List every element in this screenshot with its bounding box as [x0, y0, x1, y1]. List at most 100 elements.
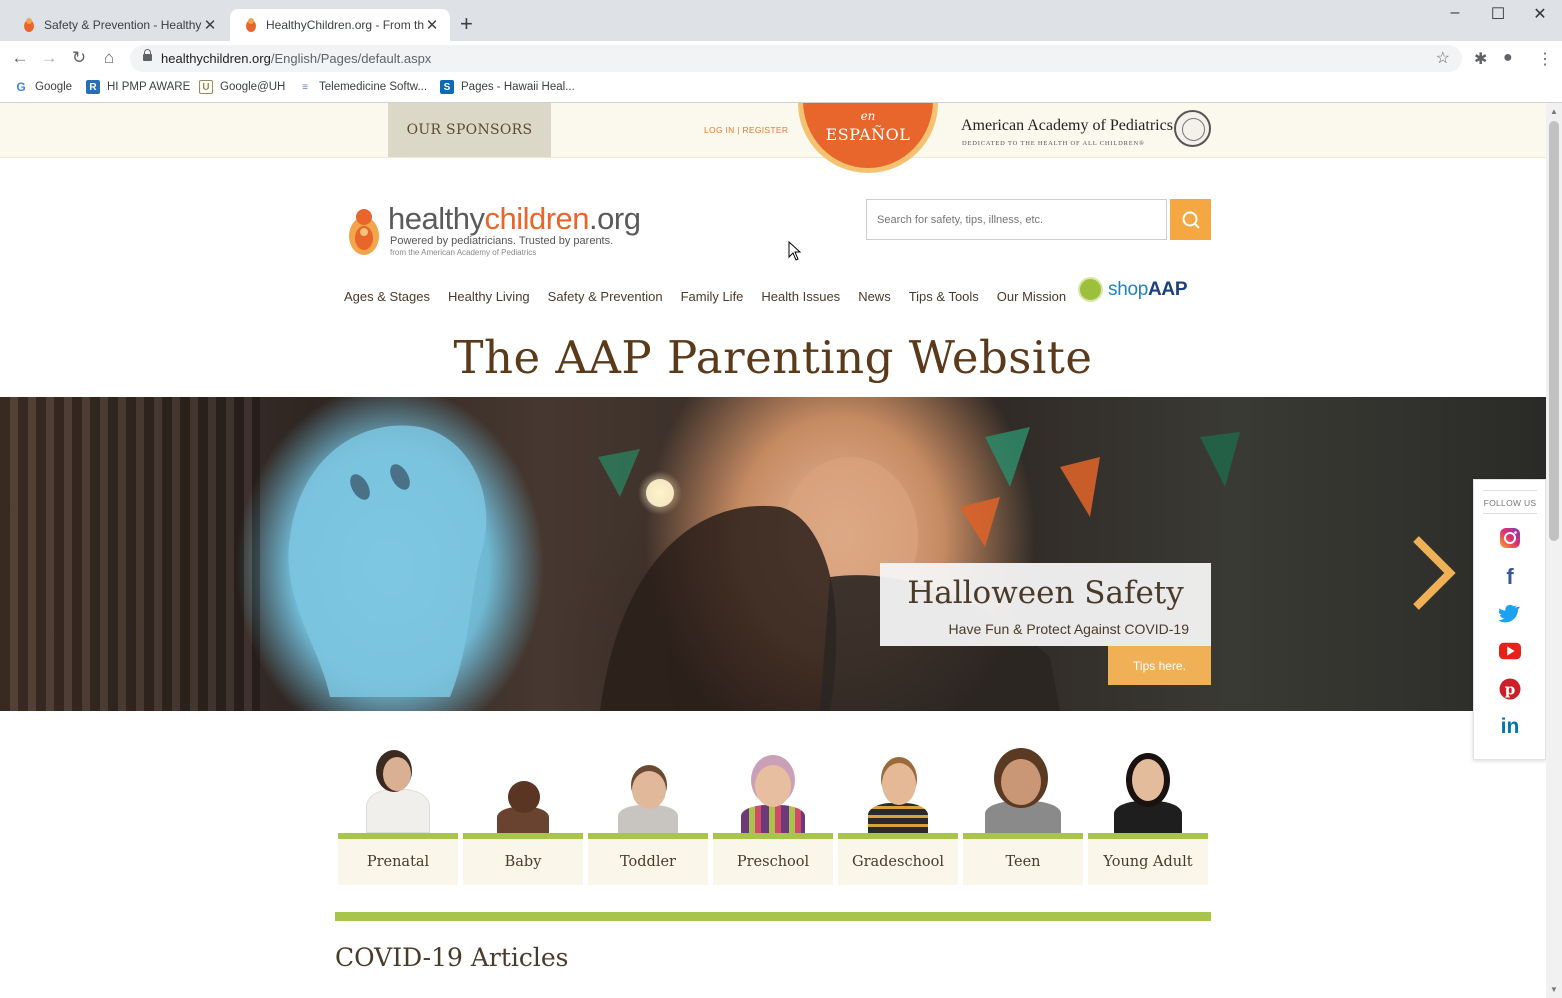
shop-aap-logo-icon	[1078, 277, 1103, 302]
section-divider	[335, 912, 1211, 921]
espanol-button[interactable]: en ESPAÑOL	[798, 103, 938, 173]
nav-ages-stages[interactable]: Ages & Stages	[344, 289, 430, 304]
hero-tips-button[interactable]: Tips here.	[1108, 646, 1211, 685]
mouse-cursor-icon	[788, 241, 802, 261]
new-tab-button[interactable]: +	[460, 12, 473, 36]
nav-tips-tools[interactable]: Tips & Tools	[909, 289, 979, 304]
telemedicine-icon: ≡	[302, 81, 308, 93]
minimize-icon[interactable]: –	[1440, 4, 1470, 22]
aap-seal-icon[interactable]	[1174, 110, 1211, 147]
age-card-young-adult[interactable]: Young Adult	[1088, 751, 1208, 885]
back-icon[interactable]: ←	[9, 47, 31, 69]
scroll-thumb[interactable]	[1549, 121, 1559, 541]
age-card-gradeschool[interactable]: Gradeschool	[838, 751, 958, 885]
carousel-next-chevron-icon[interactable]	[1408, 533, 1458, 613]
bookmark-pages-hawaii[interactable]: S Pages - Hawaii Heal...	[440, 80, 575, 94]
age-label: Gradeschool	[838, 839, 958, 885]
menu-icon[interactable]: ⋮	[1537, 49, 1553, 69]
forward-icon[interactable]: →	[38, 47, 60, 69]
healthychildren-favicon	[246, 18, 256, 32]
nav-our-mission[interactable]: Our Mission	[997, 289, 1066, 304]
close-tab-icon[interactable]: ✕	[424, 16, 440, 34]
nav-safety-prevention[interactable]: Safety & Prevention	[548, 289, 663, 304]
logo-healthy: healthy	[388, 201, 485, 236]
age-card-teen[interactable]: Teen	[963, 751, 1083, 885]
browser-tab-home[interactable]: HealthyChildren.org - From the A ✕	[230, 9, 450, 41]
divider	[1483, 513, 1537, 514]
bookmark-google[interactable]: G Google	[14, 80, 72, 94]
bookmark-google-uh[interactable]: U Google@UH	[199, 80, 285, 94]
facebook-icon[interactable]: f	[1499, 564, 1521, 589]
address-bar[interactable]: healthychildren.org/English/Pages/defaul…	[130, 45, 1462, 72]
uh-icon: U	[199, 80, 213, 94]
follow-us-label: FOLLOW US	[1483, 498, 1537, 508]
maximize-icon[interactable]: ☐	[1483, 4, 1513, 24]
rx-icon: R	[86, 80, 100, 94]
hero-carousel[interactable]: Halloween Safety Have Fun & Protect Agai…	[0, 397, 1546, 711]
hero-subtitle: Have Fun & Protect Against COVID-19	[948, 621, 1189, 637]
age-card-toddler[interactable]: Toddler	[588, 751, 708, 885]
page-title: The AAP Parenting Website	[453, 331, 1093, 384]
site-logo-text[interactable]: healthychildren.org	[388, 201, 641, 237]
url-text: healthychildren.org/English/Pages/defaul…	[161, 51, 432, 66]
bookmarks-bar: G Google R HI PMP AWARE U Google@UH ≡ Teleme…	[0, 75, 1562, 103]
age-card-baby[interactable]: Baby	[463, 751, 583, 885]
close-tab-icon[interactable]: ✕	[202, 16, 218, 34]
age-label: Preschool	[713, 839, 833, 885]
healthychildren-logo-icon[interactable]	[346, 206, 382, 256]
ages-stages-row: Prenatal Baby Toddler Preschool Gradesch…	[338, 751, 1213, 885]
age-label: Teen	[963, 839, 1083, 885]
bookmark-label: Pages - Hawaii Heal...	[461, 81, 575, 93]
pinterest-icon[interactable]: p	[1499, 678, 1521, 700]
logo-subtagline: from the American Academy of Pediatrics	[390, 248, 537, 257]
age-label: Baby	[463, 839, 583, 885]
youtube-icon[interactable]	[1499, 640, 1521, 662]
google-icon: G	[16, 80, 26, 94]
search-button[interactable]	[1170, 199, 1211, 240]
nav-news[interactable]: News	[858, 289, 891, 304]
browser-tab-safety[interactable]: Safety & Prevention - HealthyCh ✕	[8, 9, 228, 41]
nav-healthy-living[interactable]: Healthy Living	[448, 289, 530, 304]
nav-health-issues[interactable]: Health Issues	[761, 289, 840, 304]
bookmark-telemedicine[interactable]: ≡ Telemedicine Softw...	[298, 80, 427, 94]
twitter-icon[interactable]	[1499, 603, 1521, 625]
age-card-preschool[interactable]: Preschool	[713, 751, 833, 885]
age-label: Prenatal	[338, 839, 458, 885]
gradeschool-photo	[838, 751, 958, 833]
page-scrollbar[interactable]: ▲ ▼	[1546, 103, 1562, 998]
scroll-up-icon[interactable]: ▲	[1550, 107, 1558, 116]
sharepoint-icon: S	[440, 80, 454, 94]
instagram-icon[interactable]	[1499, 527, 1521, 549]
espanol-circle: en ESPAÑOL	[803, 103, 933, 168]
healthychildren-favicon	[24, 18, 34, 32]
search-input[interactable]	[866, 199, 1167, 240]
espanol-label: ESPAÑOL	[825, 125, 911, 144]
linkedin-icon[interactable]: in	[1499, 715, 1521, 738]
our-sponsors-button[interactable]: OUR SPONSORS	[388, 103, 551, 157]
scroll-down-icon[interactable]: ▼	[1550, 985, 1558, 994]
prenatal-photo	[338, 751, 458, 833]
aap-name[interactable]: American Academy of Pediatrics	[961, 117, 1173, 135]
age-card-prenatal[interactable]: Prenatal	[338, 751, 458, 885]
search-icon	[1182, 211, 1200, 229]
extensions-icon[interactable]: ✱	[1474, 49, 1487, 69]
hero-title: Halloween Safety	[907, 575, 1184, 611]
shop-aap-link[interactable]: shopAAP	[1078, 277, 1188, 302]
reload-icon[interactable]: ↻	[68, 47, 90, 69]
nav-family-life[interactable]: Family Life	[681, 289, 744, 304]
profile-icon[interactable]: ●	[1503, 49, 1513, 67]
covid-articles-heading: COVID-19 Articles	[335, 943, 569, 972]
bookmark-star-icon[interactable]: ☆	[1436, 48, 1450, 68]
bookmark-hi-pmp[interactable]: R HI PMP AWARE	[86, 80, 190, 94]
preschool-photo	[713, 751, 833, 833]
login-register-link[interactable]: LOG IN | REGISTER	[704, 125, 788, 135]
browser-tab-bar: Safety & Prevention - HealthyCh ✕ Health…	[0, 0, 1562, 41]
window-close-icon[interactable]: ✕	[1525, 4, 1555, 24]
follow-us-panel: FOLLOW US f p in	[1473, 479, 1546, 760]
top-strip: OUR SPONSORS LOG IN | REGISTER American …	[0, 103, 1546, 158]
aap-tagline: DEDICATED TO THE HEALTH OF ALL CHILDREN®	[962, 140, 1145, 147]
bookmark-label: Google	[35, 81, 73, 93]
logo-children: children	[484, 201, 590, 236]
browser-toolbar: ← → ↻ ⌂ healthychildren.org/English/Page…	[0, 41, 1562, 75]
home-icon[interactable]: ⌂	[98, 47, 120, 69]
